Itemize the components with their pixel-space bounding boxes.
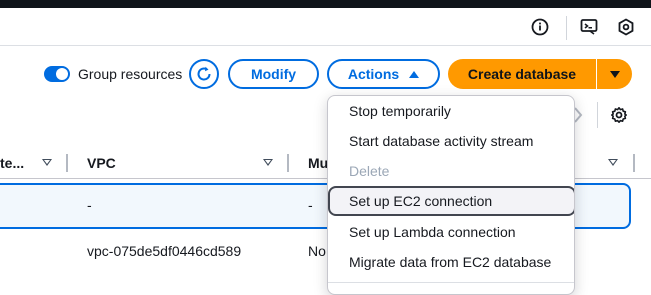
row-1-multi-az: - xyxy=(308,197,313,213)
caret-down-icon xyxy=(609,70,620,78)
gear-icon[interactable] xyxy=(610,106,628,124)
refresh-button[interactable] xyxy=(189,59,219,89)
menu-item-delete: Delete xyxy=(349,163,390,179)
utility-separator xyxy=(566,16,567,40)
utility-bar xyxy=(0,8,651,46)
menu-item-start-activity-stream[interactable]: Start database activity stream xyxy=(328,126,574,156)
cloudshell-icon[interactable] xyxy=(578,16,600,38)
menu-divider xyxy=(328,282,574,283)
menu-item-stop-temporarily[interactable]: Stop temporarily xyxy=(328,96,574,126)
info-icon[interactable] xyxy=(529,16,551,38)
row-1-vpc: - xyxy=(87,197,92,213)
column-resizer[interactable] xyxy=(66,154,68,172)
menu-item-migrate-from-ec2[interactable]: Migrate data from EC2 database xyxy=(328,247,574,277)
column-resizer[interactable] xyxy=(287,154,289,172)
create-database-label: Create database xyxy=(467,66,577,82)
menu-item-setup-lambda-connection[interactable]: Set up Lambda connection xyxy=(328,217,574,247)
column-header-vpc[interactable]: VPC xyxy=(87,147,116,179)
actions-button-label: Actions xyxy=(347,66,400,82)
refresh-icon xyxy=(197,66,211,81)
menu-item-setup-ec2-connection[interactable]: Set up EC2 connection xyxy=(328,186,574,216)
modify-button[interactable]: Modify xyxy=(228,59,319,89)
sort-caret-icon[interactable] xyxy=(608,159,618,166)
create-database-dropdown-button[interactable] xyxy=(597,59,632,89)
top-nav-bar xyxy=(0,0,651,8)
sort-caret-icon[interactable] xyxy=(42,159,52,166)
caret-up-icon xyxy=(409,70,420,78)
group-resources-toggle[interactable] xyxy=(44,66,70,82)
row-2-vpc: vpc-075de5df0446cd589 xyxy=(87,243,242,259)
create-database-button[interactable]: Create database xyxy=(448,59,596,89)
actions-dropdown-menu: Stop temporarily Start database activity… xyxy=(327,95,575,295)
row-2-multi-az: No xyxy=(308,243,326,259)
column-header-multi-az[interactable]: Mu xyxy=(308,147,328,179)
settings-hex-icon[interactable] xyxy=(615,16,637,38)
actions-button[interactable]: Actions xyxy=(327,59,440,89)
column-header-truncated[interactable]: te... xyxy=(0,147,24,179)
toggle-knob xyxy=(56,68,68,80)
pager-separator xyxy=(597,102,598,128)
modify-button-label: Modify xyxy=(250,66,297,82)
column-resizer[interactable] xyxy=(633,154,635,172)
group-resources-label: Group resources xyxy=(78,66,183,82)
sort-caret-icon[interactable] xyxy=(263,159,273,166)
